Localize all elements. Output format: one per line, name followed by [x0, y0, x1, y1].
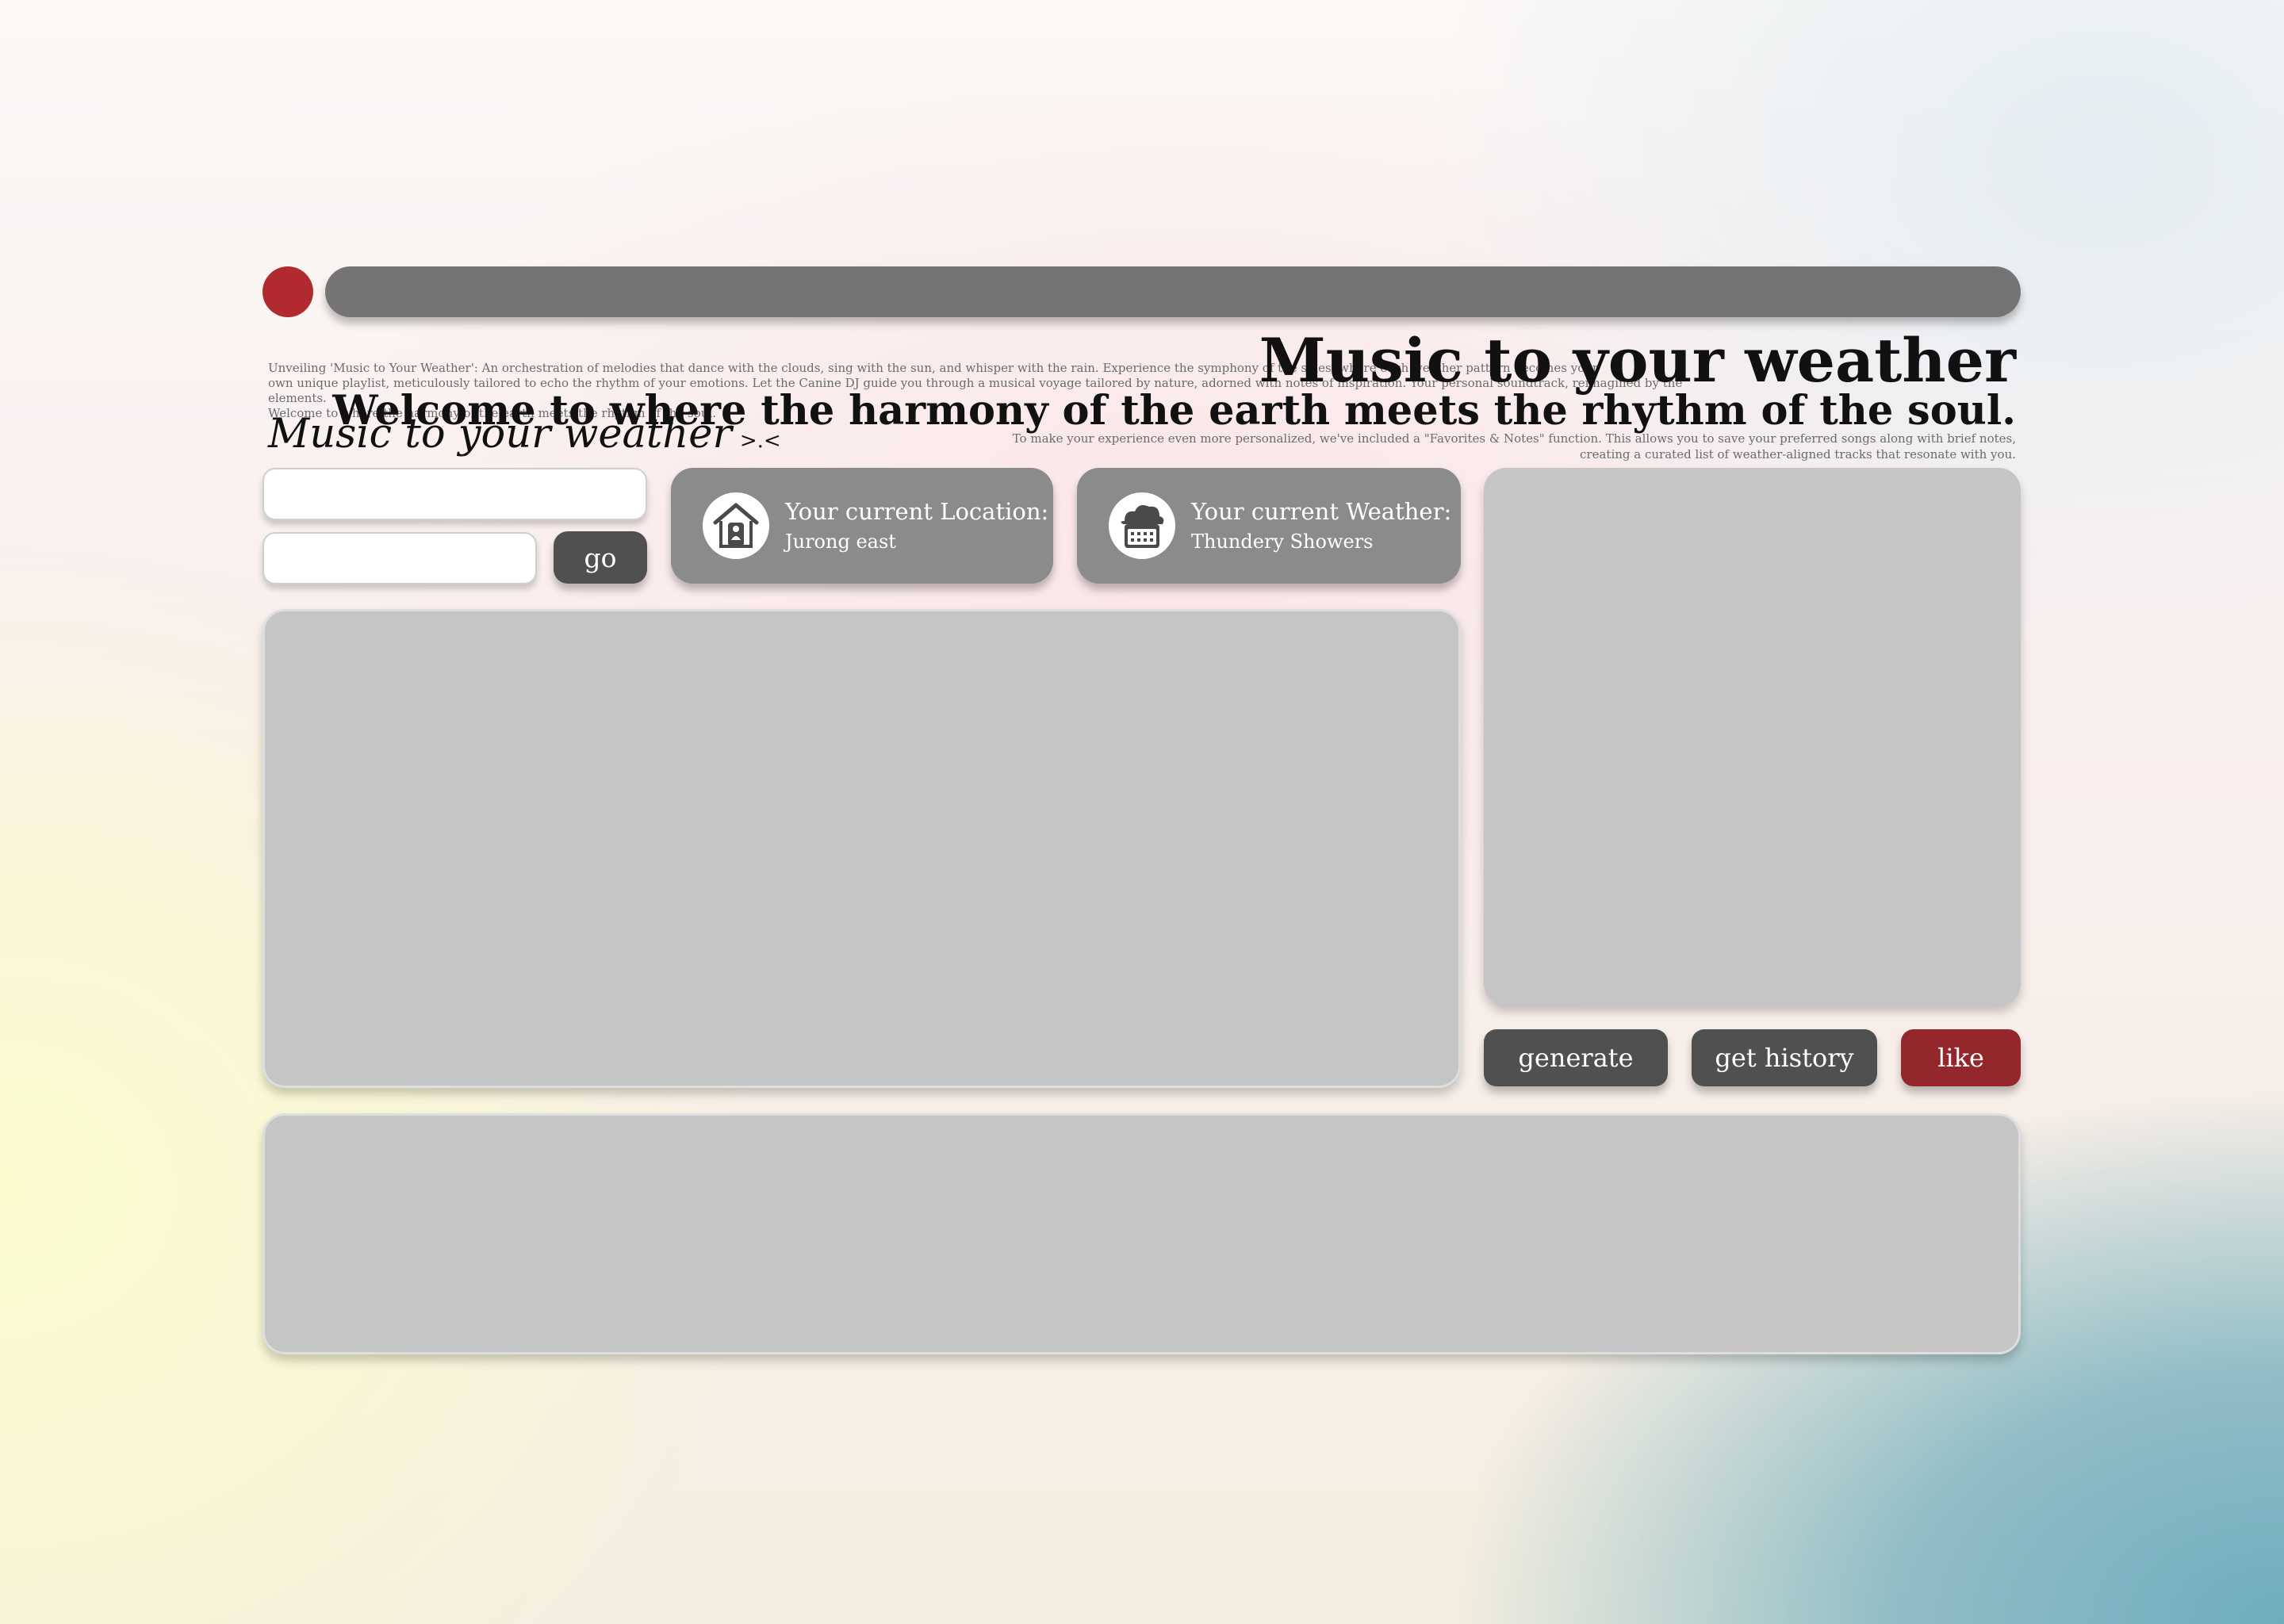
weather-card: Your current Weather: Thundery Showers [1077, 468, 1461, 584]
brand-title: Music to your weather >.< [268, 409, 781, 466]
weather-value: Thundery Showers [1191, 530, 1374, 553]
get-history-button[interactable]: get history [1692, 1029, 1877, 1086]
brand-suffix: >.< [739, 429, 781, 453]
record-button[interactable] [263, 266, 313, 317]
top-bar [325, 266, 2021, 317]
generate-button[interactable]: generate [1484, 1029, 1668, 1086]
query-input[interactable] [263, 532, 537, 584]
location-label: Your current Location: [785, 498, 1049, 525]
favorites-note: To make your experience even more person… [1012, 431, 2016, 462]
go-button[interactable]: go [554, 531, 647, 584]
side-panel [1484, 468, 2021, 1005]
house-icon [703, 492, 769, 559]
weather-label: Your current Weather: [1191, 498, 1452, 525]
bottom-panel [263, 1113, 2021, 1354]
location-value: Jurong east [785, 530, 896, 553]
like-button[interactable]: like [1901, 1029, 2021, 1086]
main-content-panel [263, 609, 1461, 1088]
location-card: Your current Location: Jurong east [671, 468, 1053, 584]
cloud-calendar-icon [1109, 492, 1175, 559]
page-title: Music to your weather [1259, 325, 2016, 396]
brand-title-text: Music to your weather [268, 411, 732, 458]
location-input[interactable] [263, 468, 647, 520]
